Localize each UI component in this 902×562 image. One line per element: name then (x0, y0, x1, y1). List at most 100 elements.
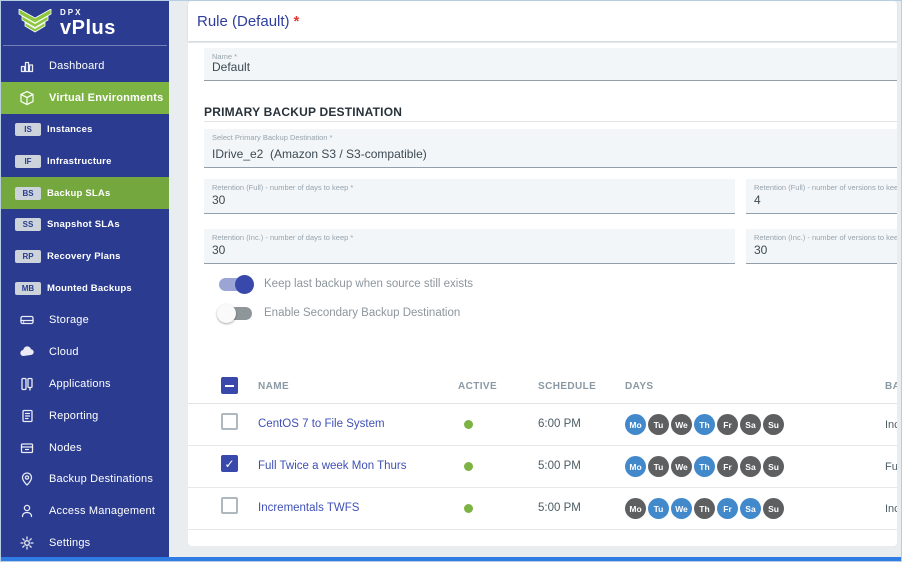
retention-full-versions-field[interactable]: Retention (Full) - number of versions to… (746, 179, 897, 214)
keep-last-backup-toggle[interactable] (219, 278, 252, 291)
sla-name-link[interactable]: Full Twice a week Mon Thurs (258, 460, 407, 472)
table-row: Incrementals TWFS 5:00 PM Mo Tu We Th Fr… (188, 488, 897, 530)
day-chip-we: We (671, 414, 692, 435)
nodes-icon (13, 440, 41, 456)
retention-inc-days-field[interactable]: Retention (Inc.) - number of days to kee… (204, 229, 735, 264)
sidebar-item-label: Access Management (49, 505, 155, 517)
day-chip-su: Su (763, 498, 784, 519)
day-chip-sa: Sa (740, 414, 761, 435)
sidebar-item-applications[interactable]: Applications (1, 368, 169, 400)
page-header: Rule (Default)* (188, 1, 897, 41)
infrastructure-badge: IF (15, 155, 41, 168)
schedule-time: 5:00 PM (538, 502, 581, 514)
sidebar-item-label: Mounted Backups (47, 283, 132, 294)
retention-full-days-field[interactable]: Retention (Full) - number of days to kee… (204, 179, 735, 214)
window-bottom-border (1, 557, 901, 561)
sidebar-item-storage[interactable]: Storage (1, 305, 169, 337)
sidebar-item-nodes[interactable]: Nodes (1, 432, 169, 464)
day-chip-sa: Sa (740, 456, 761, 477)
vplus-chevron-icon (18, 9, 52, 37)
sidebar-item-label: Virtual Environments (49, 92, 163, 104)
app-window: DPX vPlus Dashboard Virtual Environments… (0, 0, 902, 562)
column-header-days: DAYS (625, 381, 653, 392)
table-header-row: NAME ACTIVE SCHEDULE DAYS BACKUP TYPE (188, 369, 897, 404)
day-chip-we: We (671, 456, 692, 477)
sidebar-item-cloud[interactable]: Cloud (1, 336, 169, 368)
name-field[interactable]: Name * Default (204, 48, 897, 81)
page-title-text: Rule (Default) (197, 13, 290, 30)
table-row: CentOS 7 to File System 6:00 PM Mo Tu We… (188, 404, 897, 446)
table-row: Full Twice a week Mon Thurs 5:00 PM Mo T… (188, 446, 897, 488)
row-checkbox[interactable] (221, 455, 238, 472)
main-content: Rule (Default)* Name * Default PRIMARY B… (169, 1, 902, 559)
instances-badge: IS (15, 123, 41, 136)
secondary-destination-label: Enable Secondary Backup Destination (264, 307, 460, 319)
primary-destination-select[interactable]: Select Primary Backup Destination * IDri… (204, 129, 897, 168)
sidebar-item-label: Nodes (49, 442, 82, 454)
row-checkbox[interactable] (221, 497, 238, 514)
sidebar-item-infrastructure[interactable]: IF Infrastructure (1, 145, 169, 177)
page-title: Rule (Default)* (197, 13, 299, 30)
day-chip-fr: Fr (717, 498, 738, 519)
sidebar-item-label: Backup Destinations (49, 473, 153, 485)
backup-type: Full (885, 461, 897, 473)
required-asterisk: * (294, 13, 300, 30)
sla-table: NAME ACTIVE SCHEDULE DAYS BACKUP TYPE Ce… (188, 369, 897, 530)
sidebar-item-label: Storage (49, 314, 89, 326)
sidebar-item-label: Snapshot SLAs (47, 219, 120, 230)
backup-slas-badge: BS (15, 187, 41, 200)
sidebar-item-instances[interactable]: IS Instances (1, 114, 169, 146)
sidebar-item-backup-slas[interactable]: BS Backup SLAs (1, 177, 169, 209)
sidebar-item-dashboard[interactable]: Dashboard (1, 50, 169, 82)
sidebar-item-label: Backup SLAs (47, 188, 110, 199)
retention-inc-versions-field[interactable]: Retention (Inc.) - number of versions to… (746, 229, 897, 264)
section-divider (204, 121, 897, 122)
primary-backup-destination-heading: PRIMARY BACKUP DESTINATION (204, 105, 402, 119)
sidebar-item-reporting[interactable]: Reporting (1, 400, 169, 432)
column-header-schedule: SCHEDULE (538, 381, 596, 392)
sidebar: DPX vPlus Dashboard Virtual Environments… (1, 1, 169, 559)
select-all-checkbox[interactable] (221, 377, 238, 394)
sidebar-item-access-management[interactable]: Access Management (1, 495, 169, 527)
cloud-icon (13, 344, 41, 360)
sidebar-item-recovery-plans[interactable]: RP Recovery Plans (1, 241, 169, 273)
active-status-dot (464, 462, 473, 471)
sidebar-item-label: Instances (47, 124, 93, 135)
day-chip-tu: Tu (648, 498, 669, 519)
day-chip-th: Th (694, 414, 715, 435)
brand-vplus: vPlus (60, 18, 116, 38)
sidebar-item-virtual-environments[interactable]: Virtual Environments (1, 82, 169, 114)
row-checkbox[interactable] (221, 413, 238, 430)
toggle-thumb (217, 304, 236, 323)
day-chips: Mo Tu We Th Fr Sa Su (625, 414, 784, 435)
retention-full-days-value: 30 (212, 193, 225, 207)
keep-last-backup-label: Keep last backup when source still exist… (264, 278, 473, 290)
sidebar-item-settings[interactable]: Settings (1, 527, 169, 559)
day-chip-fr: Fr (717, 456, 738, 477)
keep-last-backup-toggle-row: Keep last backup when source still exist… (219, 274, 473, 294)
secondary-destination-toggle[interactable] (219, 307, 252, 320)
schedule-time: 5:00 PM (538, 460, 581, 472)
name-field-value: Default (212, 60, 250, 74)
secondary-destination-toggle-row: Enable Secondary Backup Destination (219, 303, 460, 323)
sla-name-link[interactable]: Incrementals TWFS (258, 502, 359, 514)
sidebar-item-snapshot-slas[interactable]: SS Snapshot SLAs (1, 209, 169, 241)
day-chips: Mo Tu We Th Fr Sa Su (625, 498, 784, 519)
day-chip-su: Su (763, 456, 784, 477)
mounted-backups-badge: MB (15, 282, 41, 295)
day-chip-su: Su (763, 414, 784, 435)
sidebar-item-label: Settings (49, 537, 90, 549)
schedule-time: 6:00 PM (538, 418, 581, 430)
reporting-icon (13, 408, 41, 424)
retention-inc-days-label: Retention (Inc.) - number of days to kee… (212, 233, 353, 242)
retention-full-versions-label: Retention (Full) - number of versions to… (754, 183, 897, 192)
gear-icon (13, 535, 41, 551)
sidebar-item-backup-destinations[interactable]: Backup Destinations (1, 464, 169, 496)
sidebar-item-mounted-backups[interactable]: MB Mounted Backups (1, 273, 169, 305)
retention-inc-days-value: 30 (212, 243, 225, 257)
snapshot-slas-badge: SS (15, 218, 41, 231)
brand-dpx: DPX (60, 9, 116, 17)
sla-name-link[interactable]: CentOS 7 to File System (258, 418, 385, 430)
dashboard-icon (13, 58, 41, 74)
column-header-backup-type: BACKUP TYPE (885, 381, 897, 392)
